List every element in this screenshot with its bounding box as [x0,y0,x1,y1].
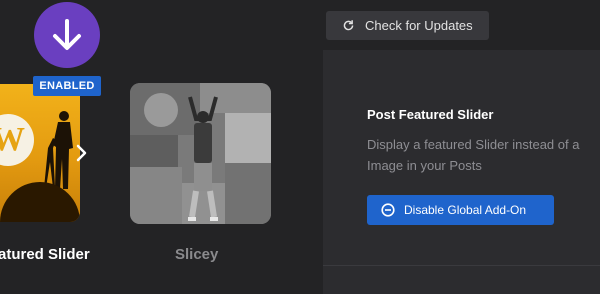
image-tile [130,135,178,167]
addon-card-featured-slider[interactable]: W [0,84,80,222]
image-tile [225,113,271,163]
addon-detail-title: Post Featured Slider [367,107,494,122]
disable-global-addon-label: Disable Global Add-On [404,203,527,217]
addon-label-featured-slider: atured Slider [0,246,90,263]
wordpress-logo-icon: W [0,114,34,166]
disable-global-addon-button[interactable]: Disable Global Add-On [367,195,554,225]
image-tile [144,93,178,127]
chevron-right-icon[interactable] [72,142,92,164]
refresh-icon [343,20,354,31]
addon-detail-description: Display a featured Slider instead of a I… [367,137,580,173]
addon-card-slicey[interactable] [130,83,271,224]
minus-circle-icon [381,203,395,217]
status-badge: ENABLED [33,76,101,96]
arrow-down-icon [53,19,81,50]
check-updates-label: Check for Updates [365,18,473,33]
check-updates-button[interactable]: Check for Updates [326,11,489,40]
addon-label-slicey: Slicey [175,246,219,263]
download-badge [34,2,100,68]
person-figure-icon [188,96,218,221]
image-tile [225,163,271,224]
divider [323,265,600,266]
image-tile [130,167,182,224]
